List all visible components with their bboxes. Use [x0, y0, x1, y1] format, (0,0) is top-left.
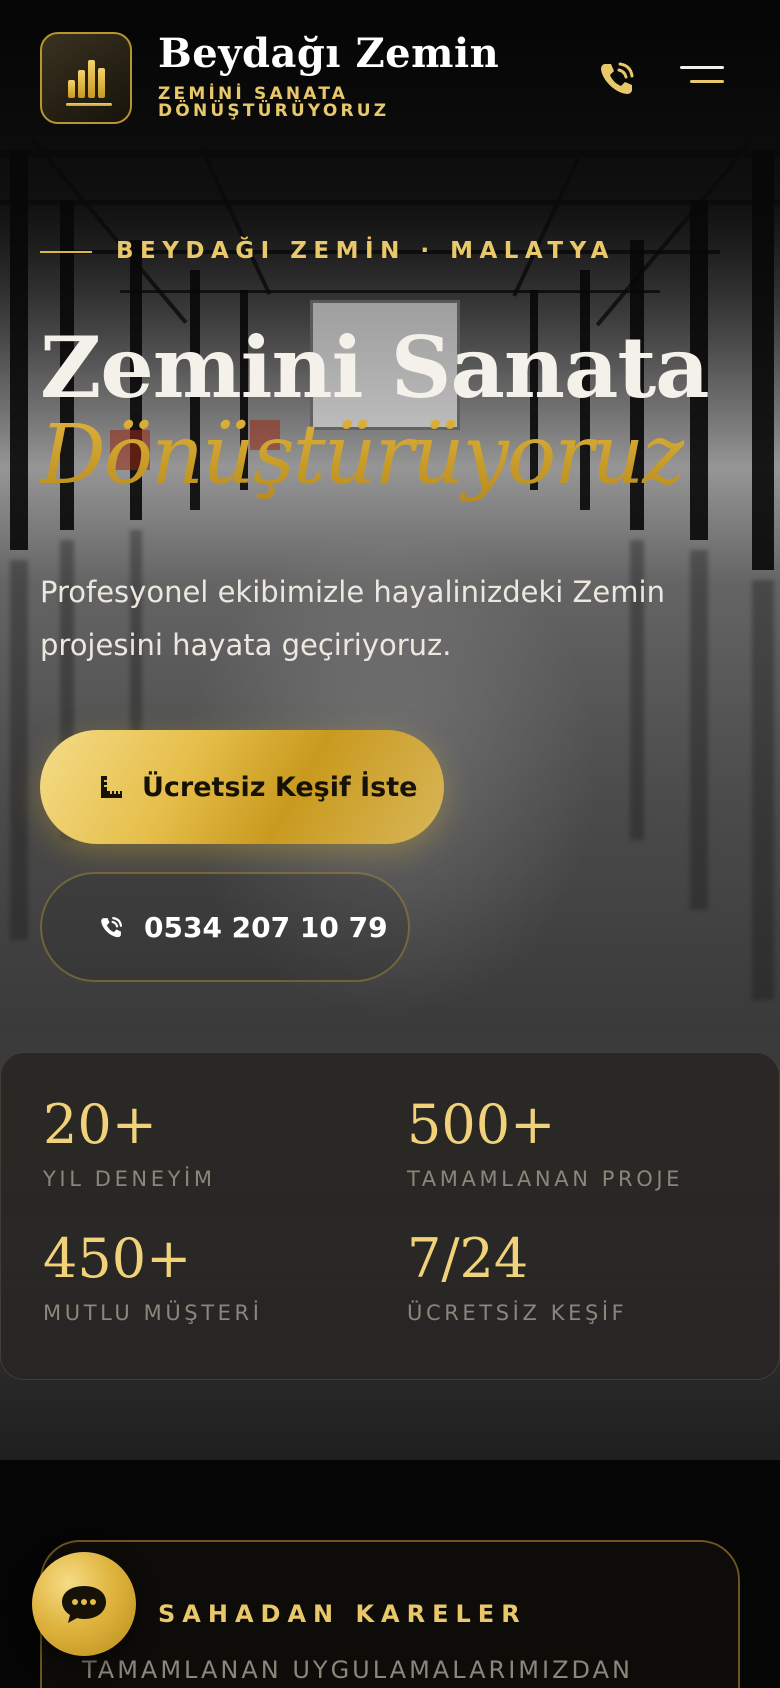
stat-item: 20+ YIL DENEYİM [43, 1093, 216, 1192]
phone-ringing-icon [601, 62, 634, 94]
stat-label: ÜCRETSİZ KEŞİF [407, 1301, 628, 1325]
menu-line-bottom [690, 80, 724, 83]
bar-chart-icon [66, 54, 112, 106]
hamburger-menu-button[interactable] [676, 62, 724, 92]
header-call-button[interactable] [596, 56, 640, 100]
brand-title[interactable]: Beydağı Zemin [158, 30, 499, 77]
gallery-title: SAHADAN KARELER [158, 1600, 527, 1628]
stat-value: 500+ [407, 1093, 556, 1156]
free-survey-button-label: Ücretsiz Keşif İste [142, 771, 418, 803]
hero-headline-line1: Zemini Sanata [40, 318, 710, 417]
site-header: Beydağı Zemin ZEMİNİ SANATA DÖNÜŞTÜRÜYOR… [0, 0, 780, 150]
menu-line-top [680, 66, 724, 69]
stat-item: 7/24 ÜCRETSİZ KEŞİF [407, 1227, 628, 1326]
ruler-icon [101, 776, 122, 798]
free-survey-button[interactable]: Ücretsiz Keşif İste [40, 730, 444, 844]
call-phone-button-label: 0534 207 10 79 [144, 910, 388, 944]
stat-label: TAMAMLANAN PROJE [407, 1167, 684, 1191]
hero-headline-line2: Dönüştürüyoruz [40, 408, 685, 503]
stat-value: 20+ [43, 1093, 157, 1156]
stat-value: 450+ [43, 1227, 192, 1290]
chat-button[interactable] [32, 1552, 136, 1656]
hero-lead-text: Profesyonel ekibimizle hayalinizdeki Zem… [40, 575, 665, 662]
stat-value: 7/24 [407, 1227, 529, 1290]
phone-ringing-icon [101, 916, 123, 938]
brand-tagline: ZEMİNİ SANATA DÖNÜŞTÜRÜYORUZ [158, 84, 390, 121]
stat-item: 450+ MUTLU MÜŞTERİ [43, 1227, 263, 1326]
stat-label: MUTLU MÜŞTERİ [43, 1301, 263, 1325]
stat-label: YIL DENEYİM [43, 1167, 216, 1191]
eyebrow-divider [40, 251, 92, 253]
hero-eyebrow: BEYDAĞI ZEMİN · MALATYA [116, 238, 615, 264]
logo[interactable] [40, 32, 132, 124]
gallery-subtitle: TAMAMLANAN UYGULAMALARIMIZDAN [82, 1656, 633, 1684]
stats-card: 20+ YIL DENEYİM 500+ TAMAMLANAN PROJE 45… [0, 1052, 780, 1380]
call-phone-button[interactable]: 0534 207 10 79 [40, 872, 410, 982]
chat-bubble-icon [62, 1586, 106, 1623]
stat-item: 500+ TAMAMLANAN PROJE [407, 1093, 684, 1192]
